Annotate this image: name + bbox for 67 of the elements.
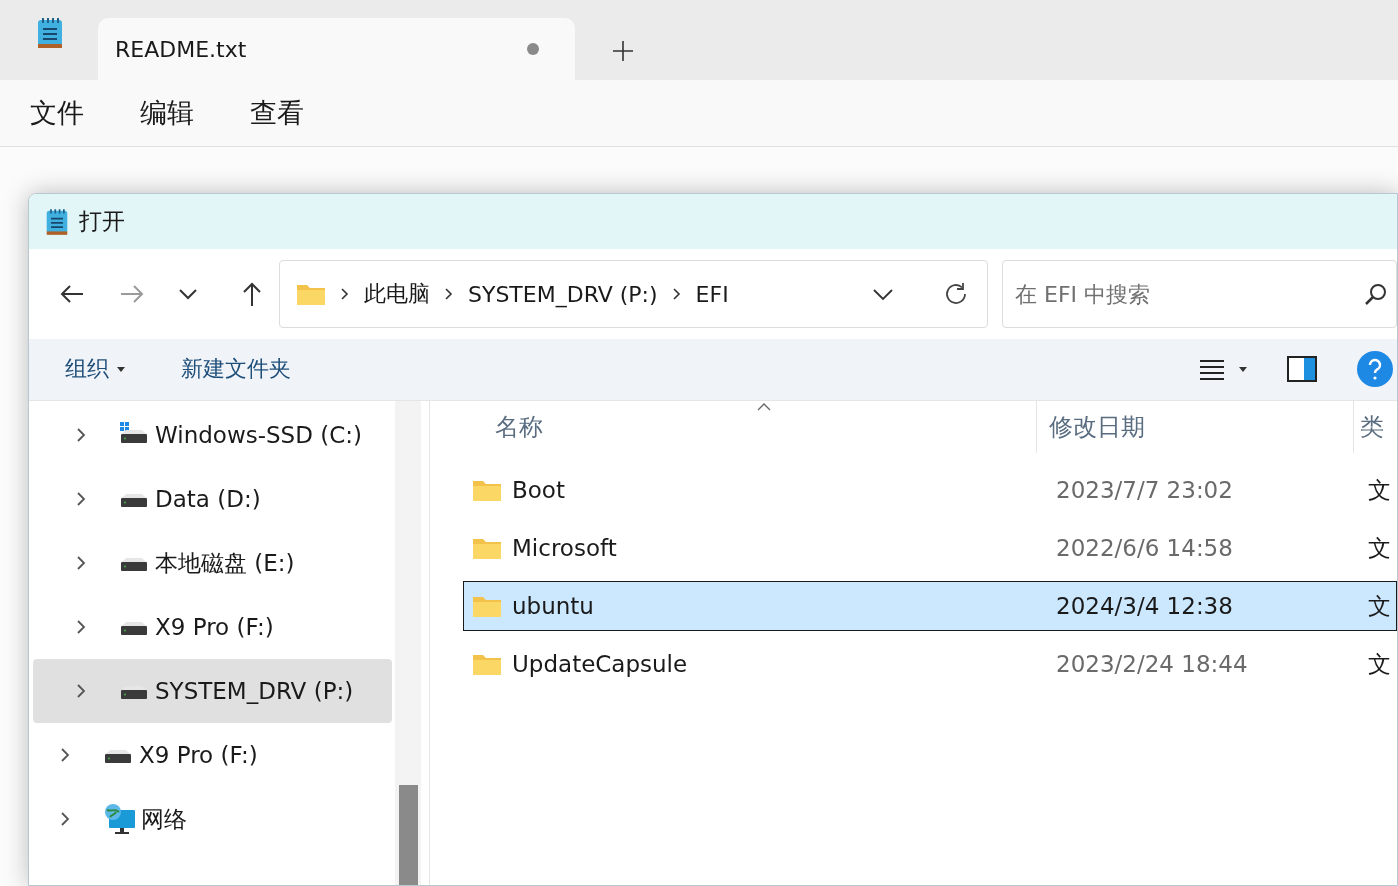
chevron-right-icon[interactable] bbox=[59, 810, 71, 828]
chevron-right-icon[interactable] bbox=[75, 554, 87, 572]
help-icon[interactable] bbox=[1357, 351, 1393, 388]
menu-item[interactable]: 编辑 bbox=[140, 95, 194, 131]
chevron-right-icon bbox=[671, 287, 682, 302]
scroll-thumb[interactable] bbox=[399, 785, 418, 885]
folder-icon bbox=[296, 282, 326, 307]
nav-item[interactable]: X9 Pro (F:) bbox=[33, 595, 392, 659]
table-cell-text: 文 bbox=[1367, 591, 1391, 621]
chevron-right-icon[interactable] bbox=[75, 618, 87, 636]
menu-item[interactable]: 查看 bbox=[250, 95, 304, 131]
scrollbar[interactable] bbox=[395, 401, 421, 885]
new-folder-button[interactable]: 新建文件夹 bbox=[181, 354, 291, 385]
address-bar[interactable]: 此电脑 SYSTEM_DRV (P:) EFI bbox=[279, 260, 988, 329]
dialog-title: 打开 bbox=[79, 207, 125, 237]
notepad-icon bbox=[45, 206, 69, 237]
file-row[interactable]: Microsoft 2022/6/6 14:58 文 bbox=[463, 523, 1397, 573]
folder-icon bbox=[472, 478, 502, 502]
folder-icon bbox=[472, 536, 502, 560]
table-cell-text: 文 bbox=[1367, 533, 1391, 563]
file-name: ubuntu bbox=[512, 593, 595, 619]
folder-icon bbox=[472, 652, 502, 676]
nav-item[interactable]: 本地磁盘 (E:) bbox=[33, 531, 392, 595]
chevron-right-icon bbox=[444, 287, 454, 302]
caret-icon bbox=[1239, 366, 1247, 372]
sort-up-icon bbox=[757, 403, 771, 411]
chevron-right-icon[interactable] bbox=[75, 682, 87, 700]
chevron-right-icon[interactable] bbox=[75, 490, 87, 508]
nav-item[interactable]: Data (D:) bbox=[33, 467, 392, 531]
table-cell-text: 文 bbox=[1367, 475, 1391, 505]
document-tab[interactable]: README.txt bbox=[98, 18, 575, 80]
nav-item[interactable]: SYSTEM_DRV (P:) bbox=[33, 659, 392, 723]
new-tab-icon[interactable] bbox=[612, 40, 634, 62]
column-header[interactable]: 修改日期 bbox=[1036, 401, 1354, 453]
modified-date: 2022/6/6 14:58 bbox=[1055, 535, 1234, 561]
nav-item[interactable]: Windows-SSD (C:) bbox=[33, 403, 392, 467]
preview-pane-icon[interactable] bbox=[1287, 356, 1317, 383]
breadcrumb[interactable]: SYSTEM_DRV (P:) bbox=[468, 281, 658, 307]
file-row[interactable]: ubuntu 2024/3/4 12:38 文 bbox=[463, 581, 1397, 631]
table-cell-text: 文 bbox=[1367, 649, 1391, 679]
menu-item[interactable]: 文件 bbox=[30, 95, 84, 131]
nav-item[interactable]: 网络 bbox=[33, 787, 392, 851]
chevron-right-icon[interactable] bbox=[75, 426, 87, 444]
chevron-right-icon[interactable] bbox=[59, 746, 71, 764]
organize-menu[interactable]: 组织 bbox=[65, 354, 125, 385]
breadcrumb[interactable]: EFI bbox=[695, 281, 729, 307]
file-name: Boot bbox=[512, 477, 566, 503]
caret-icon bbox=[117, 366, 125, 372]
file-row[interactable]: UpdateCapsule 2023/2/24 18:44 文 bbox=[463, 639, 1397, 689]
unsaved-dot bbox=[527, 43, 539, 55]
chevron-right-icon bbox=[340, 287, 350, 302]
nav-item[interactable]: X9 Pro (F:) bbox=[33, 723, 392, 787]
notepad-icon bbox=[36, 16, 64, 50]
search-field[interactable]: 在 EFI 中搜索 bbox=[1002, 260, 1397, 329]
file-name: UpdateCapsule bbox=[512, 651, 689, 677]
folder-icon bbox=[472, 594, 502, 618]
list-view-icon bbox=[1199, 358, 1225, 381]
breadcrumb[interactable]: 此电脑 bbox=[364, 279, 430, 310]
file-name: Microsoft bbox=[512, 535, 618, 561]
column-header[interactable]: 类 bbox=[1354, 401, 1384, 453]
view-options-button[interactable] bbox=[1199, 358, 1247, 381]
column-header[interactable]: 名称 bbox=[463, 401, 1036, 453]
file-row[interactable]: Boot 2023/7/7 23:02 文 bbox=[463, 465, 1397, 515]
modified-date: 2023/2/24 18:44 bbox=[1055, 651, 1249, 677]
network-icon bbox=[103, 802, 137, 836]
modified-date: 2023/7/7 23:02 bbox=[1055, 477, 1234, 503]
modified-date: 2024/3/4 12:38 bbox=[1055, 593, 1234, 619]
